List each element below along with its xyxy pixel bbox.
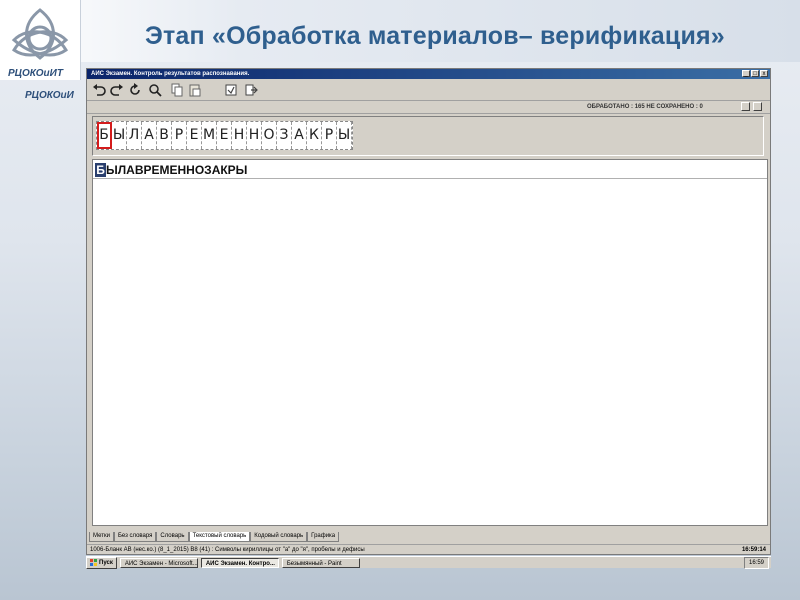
tab-dictionary[interactable]: Словарь	[156, 532, 189, 542]
window-title: АИС Экзамен. Контроль результатов распоз…	[91, 71, 250, 77]
triquetra-logo-icon	[11, 8, 69, 60]
redo-icon[interactable]	[109, 82, 125, 98]
taskbar: Пуск АИС Экзамен - Microsoft... АИС Экза…	[86, 556, 771, 569]
glyph-cell[interactable]: Ы	[112, 122, 127, 149]
glyph-cell[interactable]: Л	[127, 122, 142, 149]
search-icon[interactable]	[147, 82, 163, 98]
export-icon[interactable]	[243, 82, 259, 98]
glyph-cell[interactable]: Н	[232, 122, 247, 149]
close-button[interactable]: x	[760, 70, 768, 77]
window-status-bar: 1006-Бланк АВ (нес.ко.) (8_1_2015) В8 (4…	[87, 544, 770, 555]
glyph-cell-selected[interactable]: Б	[97, 122, 112, 149]
window-controls: _ □ x	[742, 70, 768, 77]
toolbar	[87, 80, 770, 101]
glyph-cell[interactable]: К	[307, 122, 322, 149]
status-time: 16:59:14	[741, 547, 766, 553]
glyph-cell[interactable]: З	[277, 122, 292, 149]
page-icon[interactable]	[223, 82, 239, 98]
tab-no-dictionary[interactable]: Без словаря	[113, 532, 157, 542]
taskbar-item-ais[interactable]: АИС Экзамен. Контро...	[200, 557, 279, 568]
glyph-cell[interactable]: О	[262, 122, 277, 149]
recognized-text[interactable]: ЫЛАВРЕМЕННОЗАКРЫ	[106, 163, 247, 177]
taskbar-item-word[interactable]: АИС Экзамен - Microsoft...	[119, 557, 198, 568]
windows-flag-icon	[90, 559, 97, 566]
image-panel: Б Ы Л А В Р Е М Е Н Н О З А К Р Ы	[92, 116, 764, 156]
status-button[interactable]	[741, 102, 750, 111]
glyph-cell[interactable]: Е	[217, 122, 232, 149]
glyph-cell[interactable]: В	[157, 122, 172, 149]
tab-text-dictionary[interactable]: Текстовый словарь	[188, 532, 251, 542]
minimize-button[interactable]: _	[742, 70, 750, 77]
logo-text: РЦОКОиИТ	[8, 68, 63, 79]
tab-code-dictionary[interactable]: Кодовый словарь	[250, 532, 308, 542]
glyph-cell[interactable]: А	[142, 122, 157, 149]
undo-icon[interactable]	[91, 82, 107, 98]
start-label: Пуск	[99, 559, 113, 566]
tab-marks[interactable]: Метки	[89, 532, 114, 542]
current-char-highlight[interactable]: Б	[95, 163, 106, 177]
paste-icon[interactable]	[187, 82, 203, 98]
glyph-cell[interactable]: Р	[322, 122, 337, 149]
field-info: 1006-Бланк АВ (нес.ко.) (8_1_2015) В8 (4…	[90, 547, 365, 553]
recognized-text-area[interactable]: Б ЫЛАВРЕМЕННОЗАКРЫ	[92, 159, 768, 526]
refresh-icon[interactable]	[127, 82, 143, 98]
app-window: АИС Экзамен. Контроль результатов распоз…	[86, 68, 771, 555]
start-button[interactable]: Пуск	[86, 556, 117, 569]
handwriting-image-strip[interactable]: Б Ы Л А В Р Е М Е Н Н О З А К Р Ы	[96, 121, 353, 150]
glyph-cell[interactable]: Н	[247, 122, 262, 149]
logo-text-secondary: РЦОКОиИ	[25, 90, 74, 101]
glyph-cell[interactable]: М	[202, 122, 217, 149]
glyph-cell[interactable]: Е	[187, 122, 202, 149]
glyph-cell[interactable]: Ы	[337, 122, 352, 149]
taskbar-item-paint[interactable]: Безымянный - Paint	[281, 557, 360, 568]
glyph-cell[interactable]: Р	[172, 122, 187, 149]
logo: РЦОКОиИТ	[0, 0, 81, 80]
maximize-button[interactable]: □	[751, 70, 759, 77]
recognized-text-line[interactable]: Б ЫЛАВРЕМЕННОЗАКРЫ	[93, 161, 767, 179]
copy-icon[interactable]	[169, 82, 185, 98]
slide-title: Этап «Обработка материалов– верификация»	[145, 22, 725, 50]
tab-bar: Метки Без словаря Словарь Текстовый слов…	[89, 532, 340, 542]
processing-status-bar: ОБРАБОТАНО : 165 НЕ СОХРАНЕНО : 0	[87, 101, 770, 114]
tray-clock: 16:59	[743, 556, 769, 569]
glyph-cell[interactable]: А	[292, 122, 307, 149]
processed-counter: ОБРАБОТАНО : 165 НЕ СОХРАНЕНО : 0	[587, 104, 703, 110]
window-titlebar[interactable]: АИС Экзамен. Контроль результатов распоз…	[87, 69, 770, 79]
tab-graphics[interactable]: Графика	[307, 532, 340, 542]
close-panel-button[interactable]	[753, 102, 762, 111]
